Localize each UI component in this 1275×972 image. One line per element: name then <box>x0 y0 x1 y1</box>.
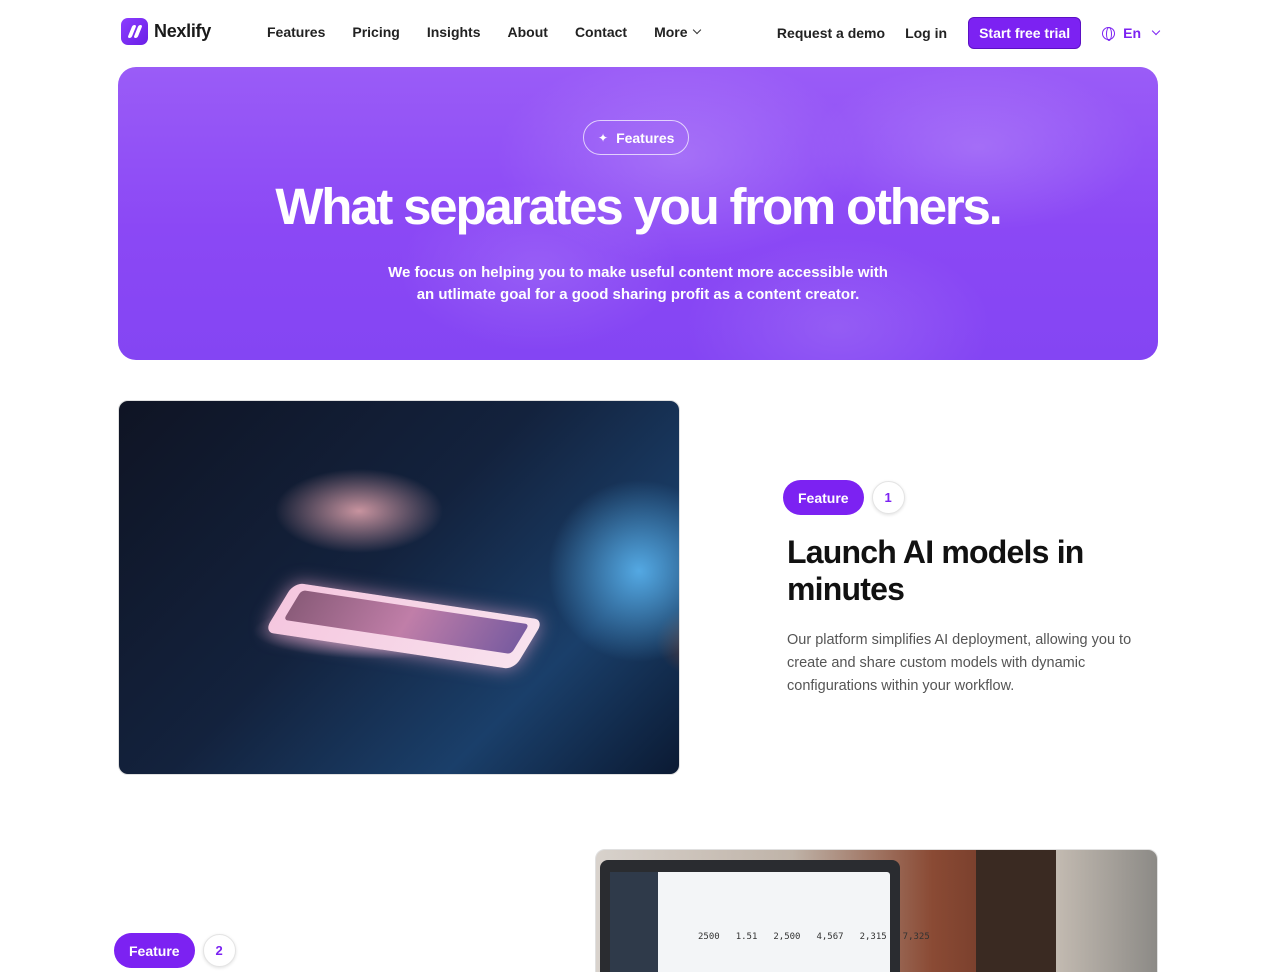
language-label: En <box>1123 25 1141 41</box>
dashboard-stat: 2,500 <box>773 932 801 942</box>
nav-link-about[interactable]: About <box>508 24 548 40</box>
brand-name: Nexlify <box>154 21 211 41</box>
feature-1-badges: Feature 1 <box>783 480 905 515</box>
hero-title: What separates you from others. <box>275 178 1003 235</box>
dashboard-sidebar <box>610 872 658 972</box>
nav-link-features[interactable]: Features <box>267 24 325 40</box>
phone-illustration <box>264 582 544 670</box>
login-link[interactable]: Log in <box>905 25 947 41</box>
hero-section-pill: ✦ Features <box>583 120 690 155</box>
chevron-down-icon <box>692 25 701 35</box>
dashboard-stat: 2,315 <box>859 932 887 942</box>
nav-link-insights[interactable]: Insights <box>427 24 481 40</box>
globe-icon <box>1102 26 1116 41</box>
feature-1-description: Our platform simplifies AI deployment, a… <box>787 632 1132 694</box>
top-nav: Nexlify Features Pricing Insights About … <box>0 0 1275 66</box>
laptop-screen: 2500 1.51 2,500 4,567 2,315 7,325 <box>610 872 930 972</box>
hero-pill-label: Features <box>616 129 675 146</box>
nav-link-contact[interactable]: Contact <box>575 24 627 40</box>
laptop-illustration: 2500 1.51 2,500 4,567 2,315 7,325 <box>600 860 930 972</box>
nav-actions: Request a demo Log in Start free trial E… <box>777 17 1161 49</box>
feature-1-image <box>118 400 680 775</box>
request-demo-link[interactable]: Request a demo <box>777 25 885 41</box>
feature-2-badges: Feature 2 <box>114 933 236 968</box>
phone-screen <box>283 590 530 655</box>
hero-banner: ✦ Features What separates you from other… <box>118 67 1158 360</box>
nav-link-pricing[interactable]: Pricing <box>352 24 399 40</box>
sparkle-icon: ✦ <box>598 130 609 145</box>
feature-badge: Feature <box>114 933 195 968</box>
dashboard-stats: 2500 1.51 2,500 4,567 2,315 7,325 <box>698 932 930 942</box>
feature-badge: Feature <box>783 480 864 515</box>
nav-links: Features Pricing Insights About Contact … <box>267 24 727 40</box>
hero-subtitle: We focus on helping you to make useful c… <box>388 264 888 303</box>
dashboard-stat: 4,567 <box>816 932 844 942</box>
logo[interactable]: Nexlify <box>121 18 211 45</box>
logo-icon <box>121 18 148 45</box>
feature-number: 1 <box>871 481 905 514</box>
dashboard-stat: 7,325 <box>902 932 930 942</box>
feature-1-title: Launch AI models in minutes <box>787 534 1084 607</box>
dashboard-stat: 1.51 <box>735 932 758 942</box>
door-background <box>976 850 1056 972</box>
start-trial-button[interactable]: Start free trial <box>968 17 1082 49</box>
feature-2-image: 2500 1.51 2,500 4,567 2,315 7,325 <box>595 849 1158 972</box>
dashboard-stat: 2500 <box>698 932 720 942</box>
language-selector[interactable]: En <box>1102 25 1161 41</box>
feature-number: 2 <box>202 934 236 967</box>
chevron-down-icon <box>1151 26 1161 36</box>
nav-more-label: More <box>654 24 688 40</box>
nav-more-dropdown[interactable]: More <box>654 24 701 40</box>
